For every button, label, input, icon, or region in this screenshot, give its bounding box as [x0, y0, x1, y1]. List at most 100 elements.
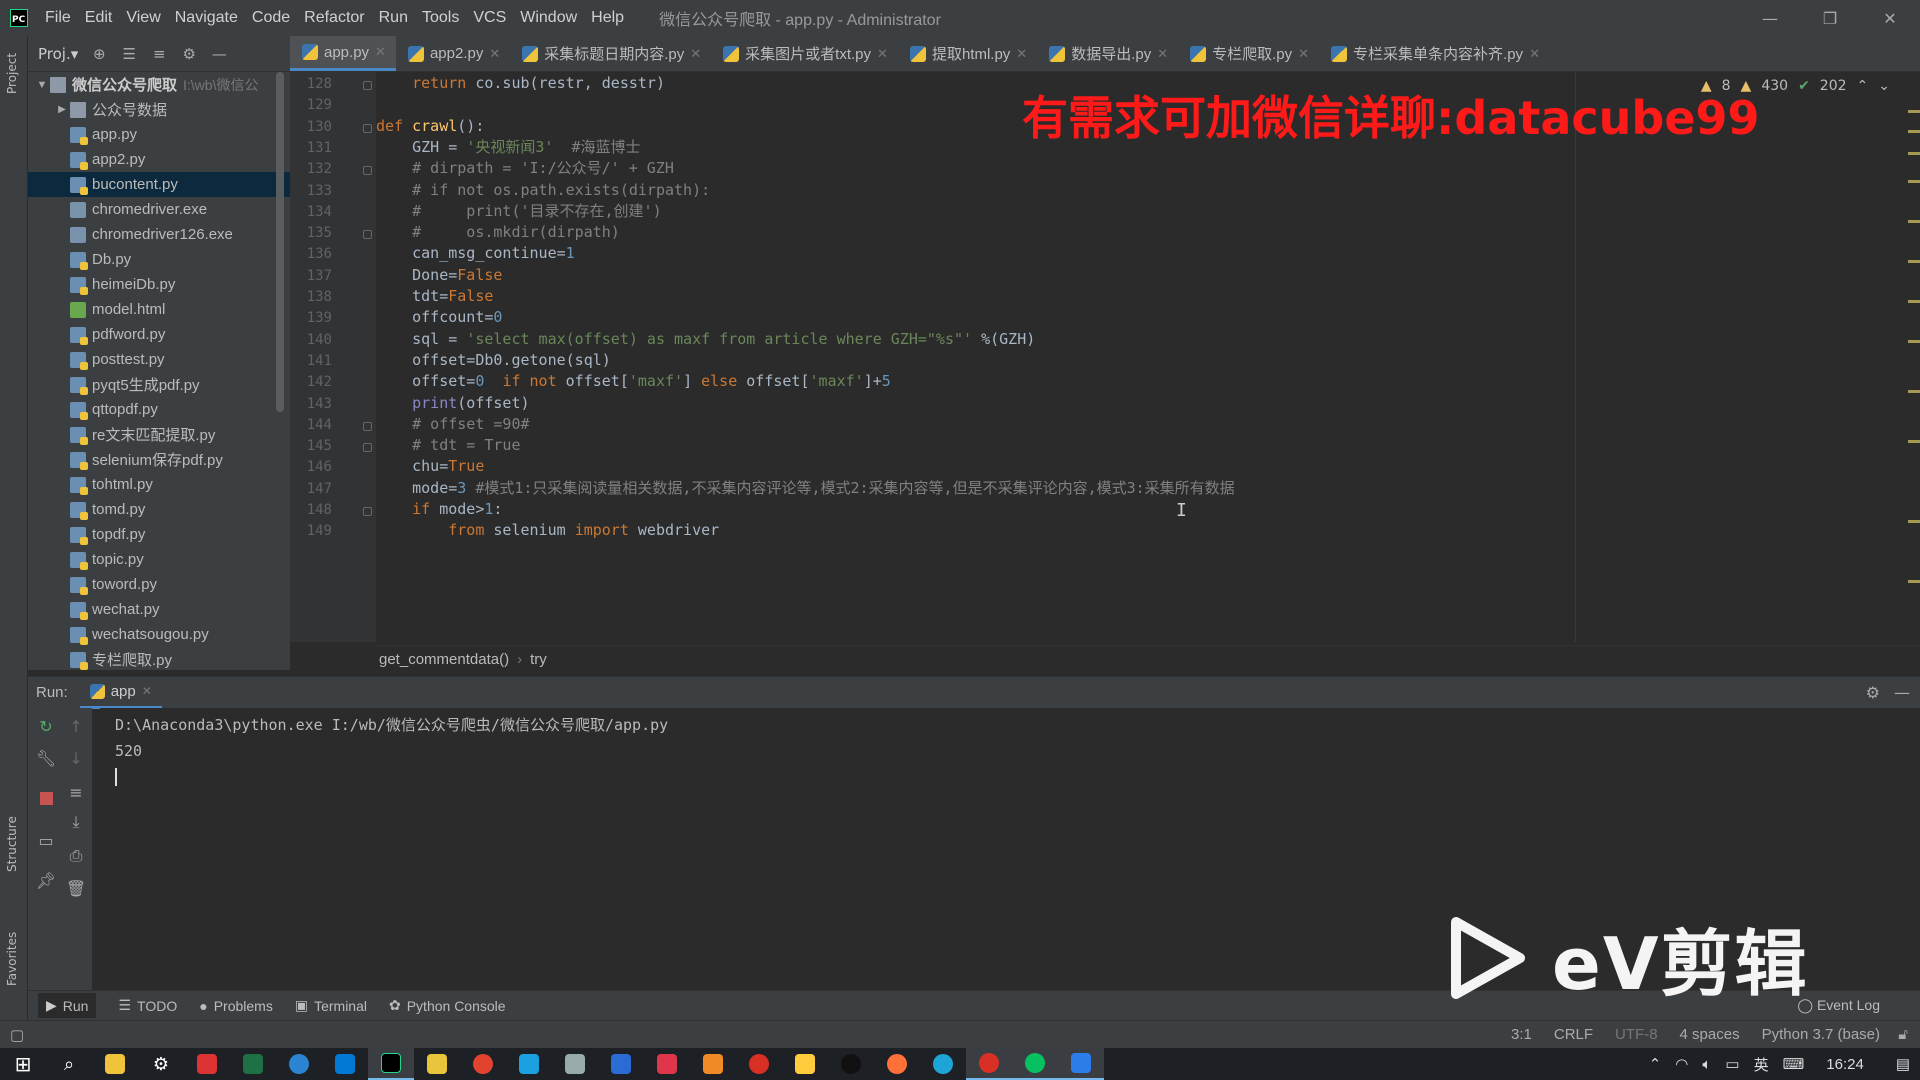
stripe-mark[interactable] [1908, 152, 1920, 155]
rerun-icon[interactable]: ↻ [36, 716, 56, 736]
tree-item[interactable]: tohtml.py [28, 472, 290, 497]
qq-icon[interactable] [828, 1048, 874, 1080]
event-log-button[interactable]: ◯ Event Log [1797, 997, 1880, 1014]
minimize-button[interactable]: — [1740, 0, 1800, 36]
fold-marker-icon[interactable] [363, 230, 372, 240]
fold-marker-icon[interactable] [363, 123, 372, 133]
tab-column-single[interactable]: 专栏采集单条内容补齐.py ✕ [1319, 36, 1550, 71]
app-icon[interactable] [598, 1048, 644, 1080]
browser-icon[interactable] [276, 1048, 322, 1080]
stripe-mark[interactable] [1908, 180, 1920, 183]
chevron-down-icon[interactable]: ⌄ [1878, 78, 1890, 94]
tool-tab-problems[interactable]: ● Problems [199, 998, 273, 1014]
project-view-selector[interactable]: Proj.▾ [38, 45, 78, 63]
fold-marker-icon[interactable] [363, 81, 372, 90]
chevron-down-icon[interactable]: ▼ [34, 79, 50, 91]
tree-item[interactable]: pyqt5生成pdf.py [28, 372, 290, 397]
caret-position[interactable]: 3:1 [1511, 1026, 1532, 1043]
tree-item[interactable]: wechatsougou.py [28, 622, 290, 647]
tree-item[interactable]: qttopdf.py [28, 397, 290, 422]
app-icon[interactable] [644, 1048, 690, 1080]
close-button[interactable]: ✕ [1860, 0, 1920, 36]
scroll-to-end-icon[interactable]: ⤓ [66, 812, 86, 832]
menu-vcs[interactable]: VCS [466, 9, 513, 27]
arrow-up-icon[interactable]: ↑ [66, 716, 86, 736]
menu-help[interactable]: Help [584, 9, 631, 27]
tree-item[interactable]: topic.py [28, 547, 290, 572]
tree-item[interactable]: posttest.py [28, 347, 290, 372]
menu-view[interactable]: View [119, 9, 167, 27]
run-tab-app[interactable]: app ✕ [79, 677, 162, 709]
hide-panel-icon[interactable]: — [1894, 683, 1910, 702]
app-icon[interactable] [1058, 1048, 1104, 1080]
menu-file[interactable]: File [38, 9, 78, 27]
battery-icon[interactable]: ▭ [1725, 1055, 1739, 1073]
excel-icon[interactable] [230, 1048, 276, 1080]
edge-icon[interactable] [920, 1048, 966, 1080]
favorites-tool-button[interactable]: Favorites [5, 932, 19, 986]
app-icon[interactable] [460, 1048, 506, 1080]
keyboard-icon[interactable]: ⌨ [1783, 1055, 1805, 1073]
acrobat-icon[interactable] [184, 1048, 230, 1080]
indent-setting[interactable]: 4 spaces [1680, 1026, 1740, 1043]
menu-run[interactable]: Run [372, 9, 415, 27]
tree-item[interactable]: app.py [28, 122, 290, 147]
code-line[interactable]: mode=3 #模式1:只采集阅读量相关数据,不采集内容评论等,模式2:采集内容… [376, 475, 1235, 501]
collapse-all-icon[interactable]: ≡ [150, 45, 168, 63]
code-line[interactable]: from selenium import webdriver [376, 517, 719, 543]
code-editor[interactable]: return co.sub(restr, desstr) def crawl():… [376, 72, 1920, 642]
stripe-mark[interactable] [1908, 300, 1920, 303]
stripe-mark[interactable] [1908, 340, 1920, 343]
fold-marker-icon[interactable] [363, 421, 372, 431]
menu-refactor[interactable]: Refactor [297, 9, 371, 27]
line-separator[interactable]: CRLF [1554, 1026, 1593, 1043]
stripe-mark[interactable] [1908, 390, 1920, 393]
close-tab-icon[interactable]: ✕ [690, 46, 701, 62]
close-tab-icon[interactable]: ✕ [375, 44, 386, 60]
tool-tab-run[interactable]: ▶ Run [38, 993, 97, 1018]
menu-navigate[interactable]: Navigate [168, 9, 245, 27]
close-tab-icon[interactable]: ✕ [1157, 46, 1168, 62]
tree-item[interactable]: app2.py [28, 147, 290, 172]
tree-item[interactable]: ▶ 公众号数据 [28, 97, 290, 122]
expand-all-icon[interactable]: ☰ [120, 45, 138, 63]
error-stripe[interactable] [1906, 100, 1920, 640]
menu-tools[interactable]: Tools [415, 9, 466, 27]
tab-collect-images[interactable]: 采集图片或者txt.py ✕ [711, 36, 898, 71]
app-icon[interactable] [414, 1048, 460, 1080]
gear-icon[interactable]: ⚙ [180, 45, 198, 63]
tree-item[interactable]: re文末匹配提取.py [28, 422, 290, 447]
lock-icon[interactable]: 🔓︎ [1898, 1026, 1908, 1043]
stripe-mark[interactable] [1908, 220, 1920, 223]
app-icon[interactable] [506, 1048, 552, 1080]
tool-tab-terminal[interactable]: ▣ Terminal [295, 997, 367, 1014]
gear-icon[interactable]: ⚙ [1866, 683, 1880, 702]
close-tab-icon[interactable]: ✕ [142, 684, 152, 698]
menu-window[interactable]: Window [513, 9, 584, 27]
tree-item[interactable]: chromedriver.exe [28, 197, 290, 222]
chevron-right-icon[interactable]: ▶ [54, 104, 70, 115]
tree-item[interactable]: wechat.py [28, 597, 290, 622]
stripe-mark[interactable] [1908, 260, 1920, 263]
tab-extract-html[interactable]: 提取html.py ✕ [898, 36, 1037, 71]
tree-item[interactable]: chromedriver126.exe [28, 222, 290, 247]
tool-tab-python-console[interactable]: ✿ Python Console [389, 997, 506, 1014]
trash-icon[interactable]: 🗑︎ [66, 878, 86, 898]
tree-item[interactable]: selenium保存pdf.py [28, 447, 290, 472]
tree-item[interactable]: tomd.py [28, 497, 290, 522]
hide-panel-icon[interactable]: — [210, 45, 228, 63]
stripe-mark[interactable] [1908, 440, 1920, 443]
pin-icon[interactable]: 📌︎ [36, 870, 56, 890]
chrome-icon[interactable] [736, 1048, 782, 1080]
restore-button[interactable]: ❐ [1800, 0, 1860, 36]
chevron-up-icon[interactable]: ⌃ [1857, 78, 1869, 94]
breadcrumb-item-function[interactable]: get_commentdata() [379, 651, 509, 668]
chrome-icon[interactable] [966, 1048, 1012, 1080]
stop-icon[interactable] [36, 788, 56, 808]
menu-edit[interactable]: Edit [78, 9, 120, 27]
wechat-icon[interactable] [1012, 1048, 1058, 1080]
tree-item[interactable]: 专栏爬取.py [28, 647, 290, 670]
chevron-up-icon[interactable]: ⌃ [1649, 1055, 1662, 1073]
panel-toggle-icon[interactable]: ▢ [10, 1026, 24, 1044]
code-line[interactable]: return co.sub(restr, desstr) [376, 72, 665, 96]
